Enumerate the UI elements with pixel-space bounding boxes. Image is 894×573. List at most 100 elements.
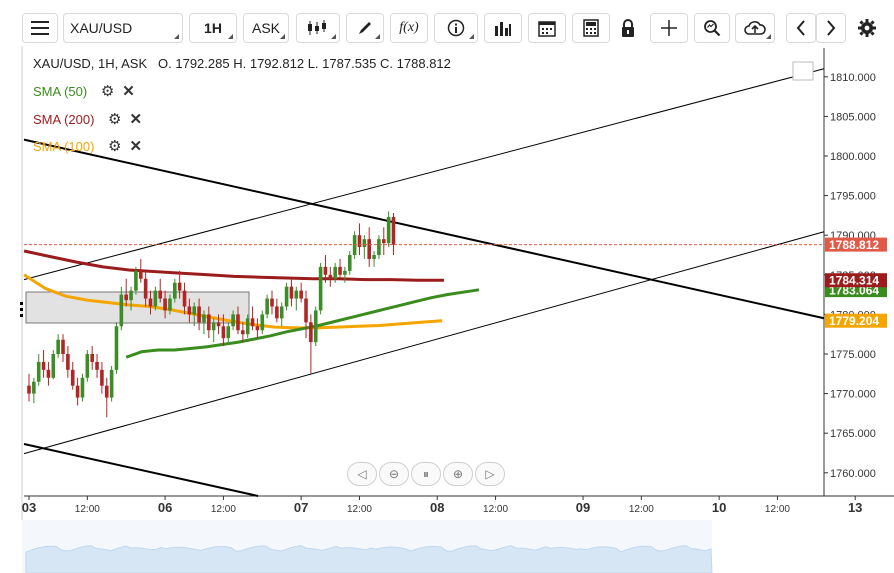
candle-body [381,239,386,244]
candle-body [32,381,36,394]
candle-body [367,239,371,259]
candle-body [289,286,294,299]
low-value: 1787.535 [322,56,377,71]
ohlc-header: XAU/USD, 1H, ASK O. 1792.285 H. 1792.812… [33,56,451,71]
candle-body [124,294,128,301]
candle-body [168,298,172,311]
gear-icon[interactable]: ⚙ [108,110,121,128]
candle-body [260,314,265,331]
candle-body [90,354,94,362]
candle-body [148,298,153,307]
range-handle [20,314,23,317]
candle-body [173,282,177,299]
candle-body [338,266,342,275]
candle-body [100,369,104,386]
candle-body [226,326,231,339]
candle-body [299,290,303,299]
candle-body [192,306,197,315]
open-value: 1792.285 [175,56,230,71]
candle-body [284,286,289,307]
x-tick-label: 07 [294,500,308,515]
candle-body [328,274,333,279]
candle-body [187,306,192,315]
candle-body [275,306,279,319]
high-value: 1792.812 [249,56,305,71]
symbol-line: XAU/USD, 1H, ASK [33,56,148,71]
range-handle [20,308,23,311]
y-tick-label: 1770.000 [830,389,876,401]
candle-body [75,385,80,398]
candle-body [318,266,323,311]
navigator-area [25,545,713,573]
candle-body [158,290,163,299]
x-tick-label: 12:00 [765,504,790,515]
candle-body [202,314,206,323]
y-tick-label: 1775.000 [830,349,876,361]
gear-icon[interactable]: ⚙ [101,82,114,100]
candle-body [95,361,99,370]
candle-body [372,255,376,259]
candle-body [163,298,167,311]
candle-body [109,369,114,398]
candle-body [323,266,328,275]
candle-body [279,306,284,319]
y-tick-label: 1760.000 [830,468,876,480]
zoom-out-icon[interactable]: ⊖ [379,462,409,486]
candle-body [304,298,308,323]
candle-body [70,369,75,386]
close-value: 1788.812 [396,56,451,71]
x-tick-label: 12:00 [347,504,372,515]
close-icon[interactable]: ✕ [122,82,135,100]
candle-body [177,282,182,291]
candle-body [129,290,133,301]
y-tick-label: 1810.000 [830,72,876,84]
x-tick-label: 12:00 [483,504,508,515]
candle-body [245,318,250,335]
maximize-icon[interactable] [792,61,814,81]
candle-body [231,314,235,327]
high-label: H. [233,56,247,71]
close-label: C. [380,56,394,71]
candle-body [41,361,46,370]
candle-body [36,361,41,382]
close-icon[interactable]: ✕ [130,137,143,155]
indicator-sma50-label: SMA (50) [33,84,88,99]
last-price-tag: 1788.812 [829,238,879,252]
candle-body [333,266,337,279]
zoom-in-icon[interactable]: ⊕ [443,462,473,486]
gear-icon[interactable]: ⚙ [108,137,121,155]
candle-body [391,216,396,245]
indicator-sma50: SMA (50) ⚙ ✕ [33,82,135,100]
candle-body [221,326,226,339]
candle-body [143,278,148,299]
scroll-right-icon[interactable]: ▷ [475,462,505,486]
reset-view-icon[interactable]: ⏸ [411,462,441,486]
indicator-sma100: SMA (100) ⚙ ✕ [33,137,142,155]
candle-body [119,294,124,327]
candle-body [104,385,109,398]
sma200-price-tag: 1784.314 [829,274,879,288]
y-tick-label: 1805.000 [830,111,876,123]
candle-body [27,385,31,394]
candle-body [211,322,216,331]
candle-body [362,239,367,248]
candle-body [46,369,51,378]
candle-body [377,239,381,255]
indicator-sma100-label: SMA (100) [33,139,95,154]
close-icon[interactable]: ✕ [130,110,143,128]
candle-body [114,326,119,370]
candle-body [138,270,143,279]
x-tick-label: 06 [158,500,172,515]
candle-body [56,339,60,354]
indicator-sma200: SMA (200) ⚙ ✕ [33,110,142,128]
chart-nav-bar: ◁ ⊖ ⏸ ⊕ ▷ [347,462,505,486]
x-tick-label: 03 [22,500,36,515]
candle-body [313,310,318,343]
x-tick-label: 09 [576,500,590,515]
sma100-price-tag: 1779.204 [829,314,879,328]
candle-body [197,306,201,323]
candle-body [182,290,187,307]
scroll-left-icon[interactable]: ◁ [347,462,377,486]
indicator-sma200-label: SMA (200) [33,112,95,127]
candle-body [357,235,362,248]
